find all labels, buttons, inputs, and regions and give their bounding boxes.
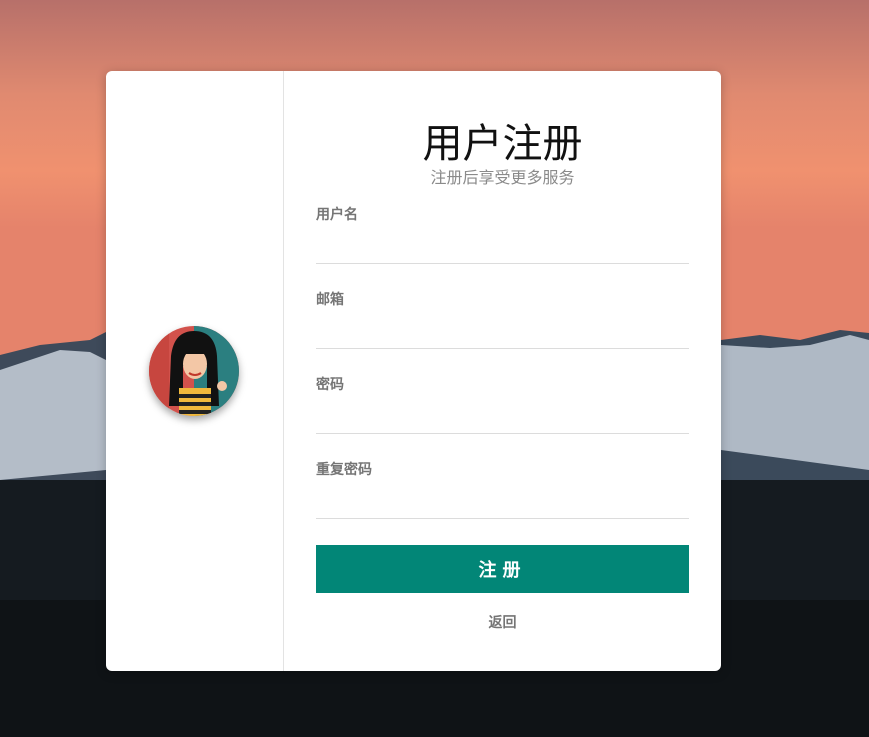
- username-input[interactable]: [316, 228, 689, 264]
- username-field-group: 用户名: [316, 204, 689, 274]
- register-button[interactable]: 注册: [316, 545, 689, 593]
- page-title: 用户注册: [422, 121, 583, 167]
- confirm-password-field-group: 重复密码: [316, 459, 689, 529]
- email-input[interactable]: [316, 313, 689, 349]
- confirm-password-input[interactable]: [316, 483, 689, 519]
- page-subtitle: 注册后享受更多服务: [430, 168, 575, 187]
- back-link[interactable]: 返回: [316, 612, 689, 632]
- avatar-panel: [106, 71, 284, 671]
- email-label: 邮箱: [316, 292, 344, 308]
- username-label: 用户名: [316, 207, 358, 223]
- confirm-password-label: 重复密码: [316, 462, 372, 478]
- form-panel: 用户注册 注册后享受更多服务 用户名 邮箱 密码 重复密码 注册 返回: [284, 71, 721, 671]
- password-label: 密码: [316, 377, 344, 393]
- user-avatar-icon: [148, 326, 239, 416]
- password-field-group: 密码: [316, 374, 689, 444]
- registration-card: 用户注册 注册后享受更多服务 用户名 邮箱 密码 重复密码 注册 返回: [106, 71, 721, 671]
- password-input[interactable]: [316, 398, 689, 434]
- email-field-group: 邮箱: [316, 289, 689, 359]
